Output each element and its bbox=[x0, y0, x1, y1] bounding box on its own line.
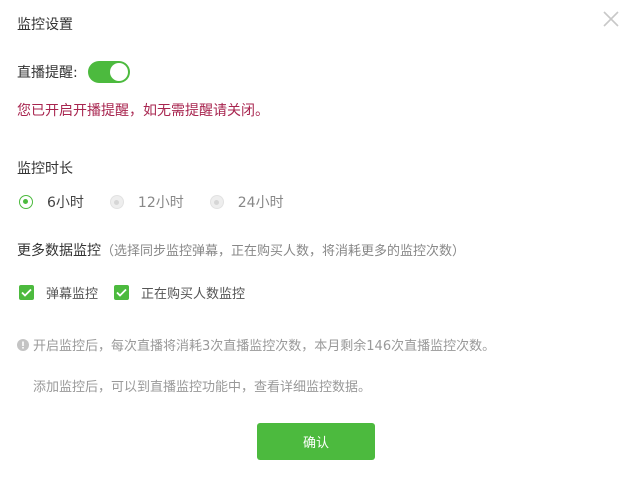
info-text-2: 添加监控后，可以到直播监控功能中，查看详细监控数据。 bbox=[33, 380, 372, 395]
duration-option-label: 12小时 bbox=[137, 195, 184, 211]
live-reminder-row: 直播提醒: bbox=[17, 61, 130, 83]
info-icon bbox=[17, 338, 29, 351]
danmu-monitor-checkbox[interactable]: 弹幕监控 bbox=[19, 283, 98, 302]
radio-disabled-icon bbox=[209, 195, 224, 209]
buyer-count-monitor-checkbox[interactable]: 正在购买人数监控 bbox=[114, 283, 245, 302]
radio-checked-icon bbox=[19, 195, 33, 209]
checkbox-checked-icon bbox=[19, 284, 34, 300]
live-reminder-label: 直播提醒: bbox=[17, 65, 78, 81]
confirm-button[interactable]: 确认 bbox=[257, 423, 375, 460]
more-monitoring-title: 更多数据监控 bbox=[17, 243, 101, 259]
checkbox-label: 正在购买人数监控 bbox=[141, 286, 246, 302]
checkbox-checked-icon bbox=[114, 284, 130, 300]
monitor-settings-dialog: 监控设置 直播提醒: 您已开启开播提醒，如无需提醒请关闭。 监控时长 6小时 1… bbox=[0, 0, 640, 477]
duration-label: 监控时长 bbox=[17, 161, 73, 177]
more-monitoring-description: （选择同步监控弹幕，正在购买人数，将消耗更多的监控次数） bbox=[101, 244, 466, 259]
checkbox-label: 弹幕监控 bbox=[46, 286, 99, 302]
duration-radio-group: 6小时 12小时 24小时 bbox=[19, 191, 310, 213]
close-icon bbox=[603, 11, 619, 27]
toggle-knob bbox=[109, 63, 128, 81]
info-line-1: 开启监控后，每次直播将消耗3次直播监控次数，本月剩余146次直播监控次数。 bbox=[17, 335, 495, 354]
duration-option-label: 24小时 bbox=[237, 195, 284, 211]
info-text-1: 开启监控后，每次直播将消耗3次直播监控次数，本月剩余146次直播监控次数。 bbox=[33, 339, 496, 354]
duration-option-24h[interactable]: 24小时 bbox=[209, 192, 284, 212]
close-button[interactable] bbox=[600, 8, 622, 30]
more-monitoring-checkbox-group: 弹幕监控 正在购买人数监控 bbox=[19, 282, 261, 302]
live-reminder-notice: 您已开启开播提醒，如无需提醒请关闭。 bbox=[17, 103, 269, 119]
more-monitoring-header: 更多数据监控（选择同步监控弹幕，正在购买人数，将消耗更多的监控次数） bbox=[17, 240, 465, 260]
live-reminder-toggle[interactable] bbox=[87, 61, 130, 83]
duration-option-6h[interactable]: 6小时 bbox=[19, 192, 84, 212]
duration-option-12h[interactable]: 12小时 bbox=[109, 192, 184, 212]
radio-disabled-icon bbox=[109, 195, 124, 209]
dialog-title: 监控设置 bbox=[17, 17, 73, 33]
duration-option-label: 6小时 bbox=[47, 195, 84, 211]
